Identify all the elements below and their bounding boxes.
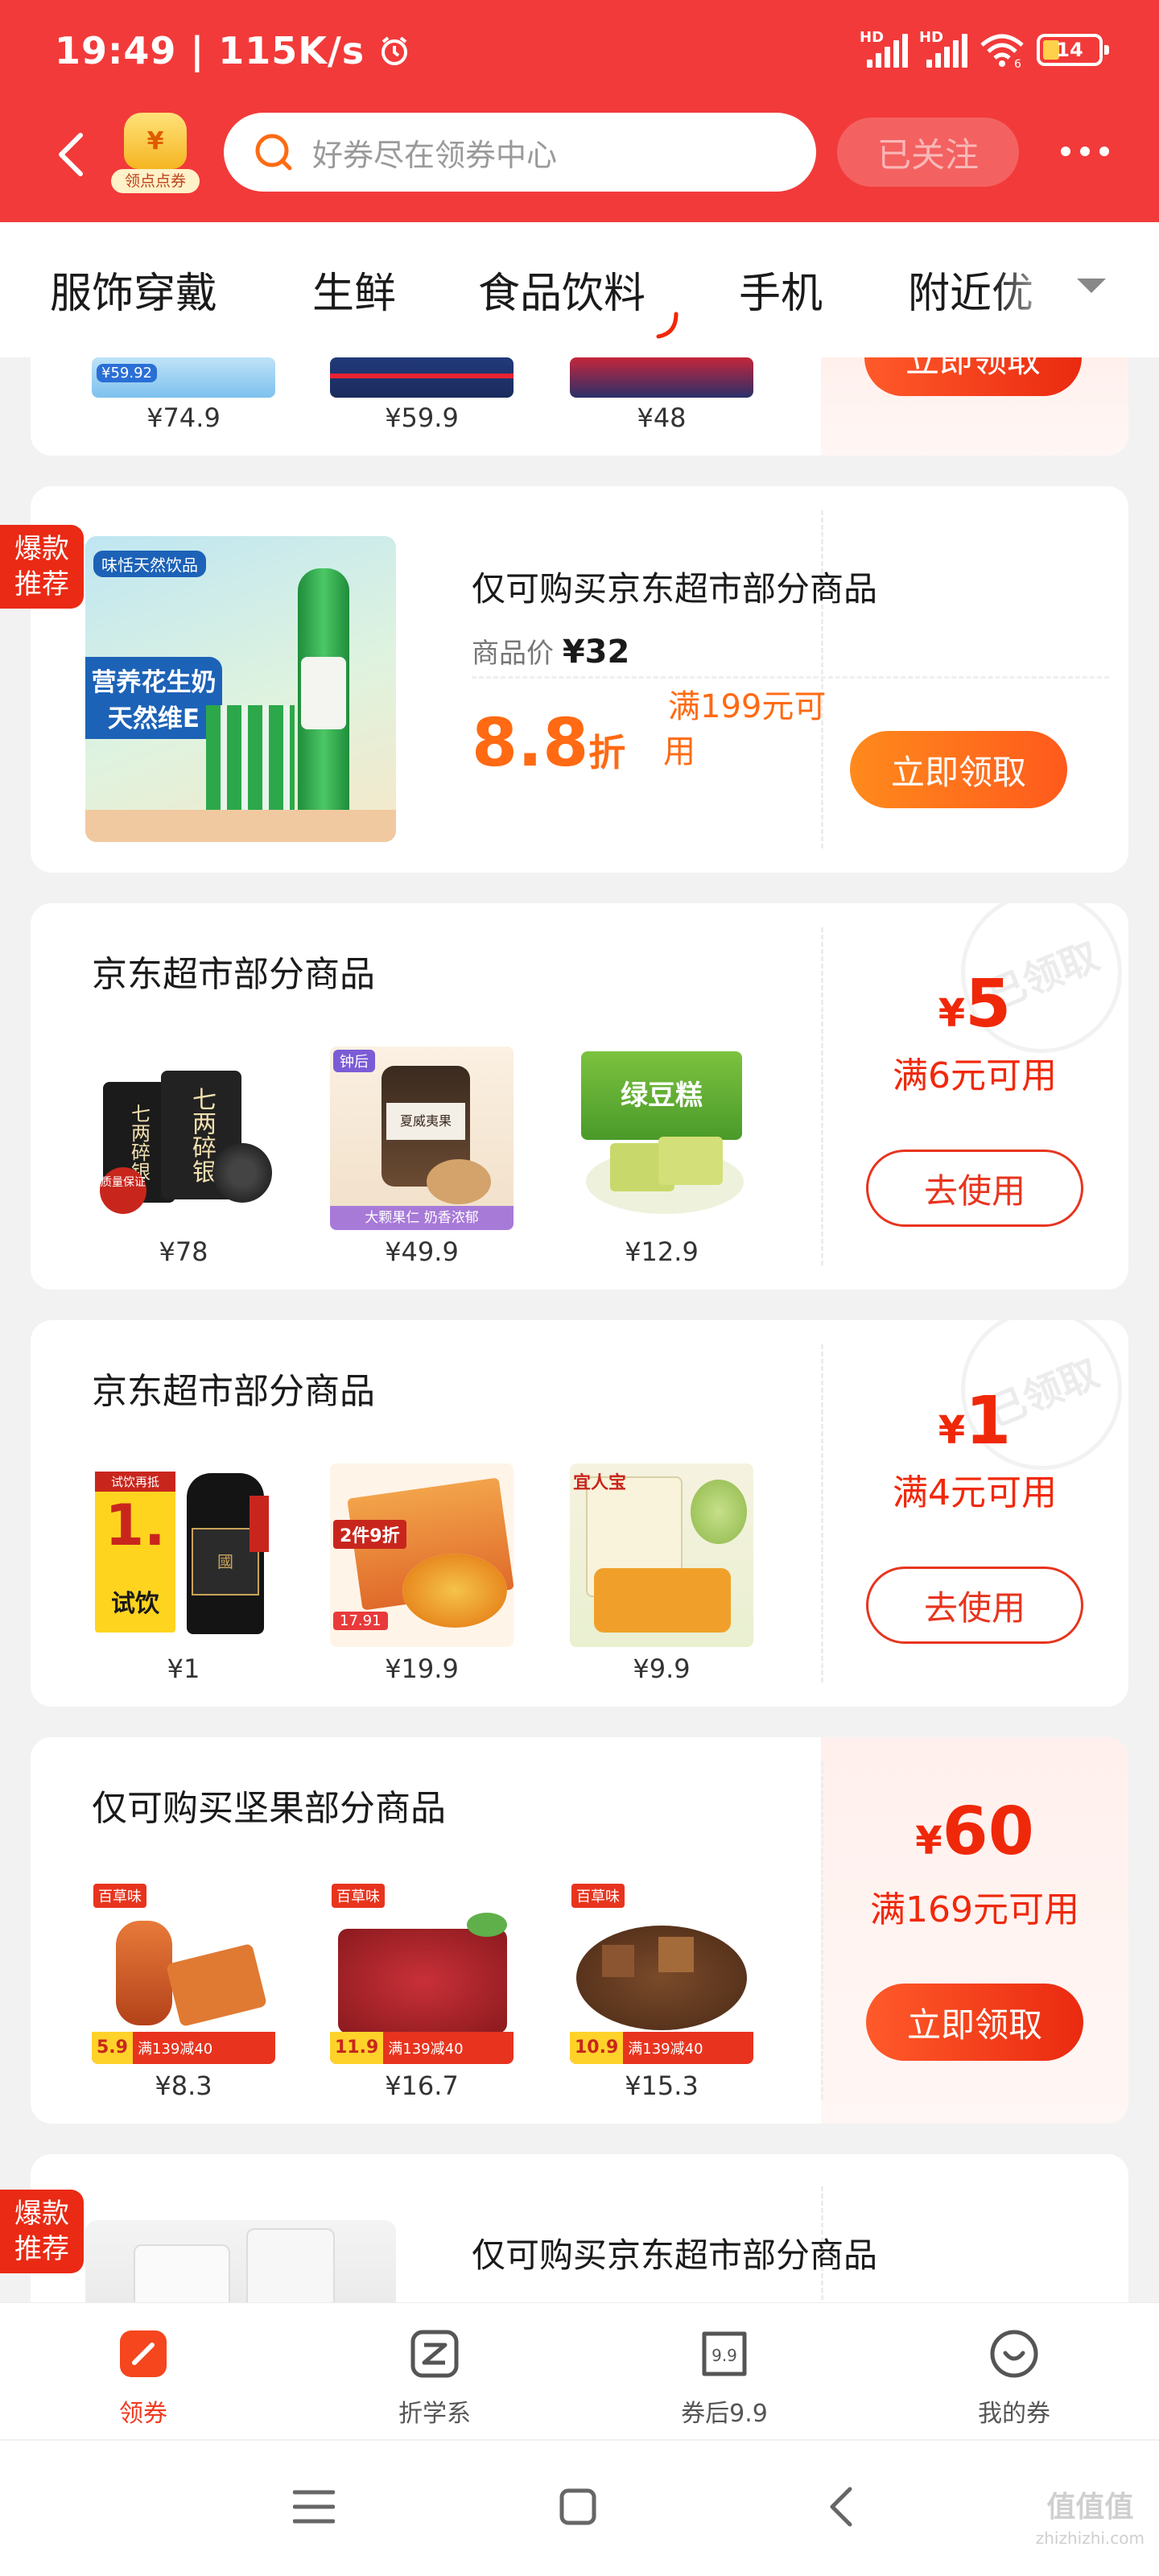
coupon-amount: ¥5 bbox=[938, 966, 1012, 1042]
home-icon[interactable] bbox=[559, 2487, 597, 2526]
coupon-condition: 满4元可用 bbox=[893, 1472, 1057, 1513]
coupon-amount: ¥1 bbox=[938, 1383, 1012, 1459]
back-icon[interactable] bbox=[53, 132, 89, 177]
discount-condition: 满199元可用 bbox=[663, 688, 827, 770]
svg-text:9.9: 9.9 bbox=[711, 2346, 737, 2365]
product-image: 宜人宝 bbox=[570, 1463, 753, 1647]
product-image: 百草味 10.9 满139减40 bbox=[570, 1880, 753, 2064]
product-image: 百草味 5.9 满139减40 bbox=[92, 1880, 275, 2064]
hot-recommend-badge: 爆款 推荐 bbox=[0, 525, 84, 609]
product-item[interactable]: ¥59.9 bbox=[330, 357, 514, 433]
svg-text:6: 6 bbox=[1014, 58, 1021, 68]
wifi-icon: 6 bbox=[980, 34, 1024, 68]
product-item[interactable]: 宜人宝 ¥9.9 bbox=[570, 1463, 753, 1684]
coupon-amount: ¥60 bbox=[915, 1794, 1034, 1870]
claim-button[interactable]: 立即领取 bbox=[866, 1984, 1083, 2061]
product-item[interactable]: 七两碎银 七两碎银 质量保证 ¥78 bbox=[92, 1046, 275, 1267]
battery-icon: 14 bbox=[1037, 34, 1109, 66]
tab-food-drink[interactable]: 食品饮料 bbox=[478, 259, 645, 320]
search-input[interactable]: 好券尽在领券中心 bbox=[224, 113, 816, 192]
coupon-value-panel: ¥1 满4元可用 去使用 bbox=[821, 1320, 1128, 1707]
product-image: 钟后 夏威夷果 大颗果仁 奶香浓郁 bbox=[330, 1046, 514, 1230]
product-image: 绿豆糕 bbox=[570, 1046, 753, 1230]
coupon-title: 仅可购买京东超市部分商品 bbox=[472, 2235, 878, 2275]
product-image bbox=[330, 357, 514, 398]
coupon-card: 仅可购买坚果部分商品 百草味 5.9 满139减40 ¥8.3 百草味 11.9 满… bbox=[31, 1737, 1128, 2124]
points-coupon-badge[interactable]: ¥ 领点点券 bbox=[111, 113, 200, 196]
coupon-card: 京东超市部分商品 七两碎银 七两碎银 质量保证 ¥78 钟后 夏威夷果 大颗果仁… bbox=[31, 903, 1128, 1290]
active-tab-indicator bbox=[656, 312, 678, 339]
points-coupon-label: 领点点券 bbox=[111, 169, 200, 193]
price-tag-icon: 9.9 bbox=[702, 2331, 747, 2376]
product-item[interactable]: 钟后 夏威夷果 大颗果仁 奶香浓郁 ¥49.9 bbox=[330, 1046, 514, 1267]
system-navigation-bar bbox=[0, 2439, 1159, 2576]
app-header: 19:49 | 115K/s HD HD 6 14 ¥ 领点点券 好券尽在领券中… bbox=[0, 0, 1159, 222]
coupon-icon bbox=[120, 2330, 167, 2377]
coupon-value-panel: ¥5 满6元可用 去使用 bbox=[821, 903, 1128, 1290]
product-image: 百草味 11.9 满139减40 bbox=[330, 1880, 514, 2064]
product-item[interactable]: 绿豆糕 ¥12.9 bbox=[570, 1046, 753, 1267]
status-bar: 19:49 | 115K/s HD HD 6 14 bbox=[0, 0, 1159, 105]
claim-button[interactable]: 立即领取 bbox=[850, 731, 1067, 808]
coin-bag-icon: ¥ bbox=[124, 113, 187, 169]
smile-icon bbox=[990, 2330, 1038, 2378]
claim-button[interactable]: 立即领取 bbox=[864, 357, 1082, 396]
product-image[interactable]: 味恬天然饮品 营养花生奶 天然维E bbox=[85, 536, 396, 842]
signal-icon-2: HD bbox=[919, 29, 967, 68]
coupon-card: 京东超市部分商品 试饮再抵 1. 试饮 國 ¥1 2件9折 17.91 ¥19.… bbox=[31, 1320, 1128, 1707]
product-image: 七两碎银 七两碎银 质量保证 bbox=[92, 1046, 275, 1230]
watermark: 值值值 zhizhizhi.com bbox=[1035, 2491, 1145, 2549]
tab-coupons[interactable]: 领券 bbox=[71, 2326, 216, 2429]
follow-button[interactable]: 已关注 bbox=[837, 118, 1019, 187]
tab-zhexue[interactable]: 折学系 bbox=[362, 2326, 507, 2429]
use-coupon-button[interactable]: 去使用 bbox=[866, 1567, 1083, 1644]
system-back-icon[interactable] bbox=[826, 2486, 855, 2528]
product-item[interactable]: 百草味 10.9 满139减40 ¥15.3 bbox=[570, 1880, 753, 2101]
hot-recommend-badge: 爆款 推荐 bbox=[0, 2190, 84, 2273]
status-time: 19:49 | 115K/s bbox=[55, 29, 410, 72]
tab-phone[interactable]: 手机 bbox=[739, 259, 823, 320]
more-icon[interactable] bbox=[1061, 147, 1109, 156]
tab-fresh[interactable]: 生鲜 bbox=[312, 259, 396, 320]
featured-coupon-card: 味恬天然饮品 营养花生奶 天然维E 仅可购买京东超市部分商品 商品价 ¥32 8.… bbox=[31, 486, 1128, 873]
product-item[interactable]: 2件9折 17.91 ¥19.9 bbox=[330, 1463, 514, 1684]
product-item[interactable]: 百草味 5.9 满139减40 ¥8.3 bbox=[92, 1880, 275, 2101]
use-coupon-button[interactable]: 去使用 bbox=[866, 1150, 1083, 1227]
product-image bbox=[570, 357, 753, 398]
coupon-value-panel: ¥60 满169元可用 立即领取 bbox=[821, 1737, 1128, 2124]
coupon-title: 京东超市部分商品 bbox=[92, 1371, 375, 1412]
bottom-tab-bar: 领券 折学系 9.9 券后9.9 我的券 bbox=[0, 2302, 1159, 2439]
category-tabs: 服饰穿戴 生鲜 食品饮料 手机 附近优 bbox=[0, 222, 1159, 357]
menu-icon[interactable] bbox=[293, 2487, 335, 2526]
product-price: 商品价 ¥32 bbox=[472, 634, 630, 671]
product-item[interactable]: ¥59.92 ¥74.9 bbox=[92, 357, 275, 433]
coupon-condition: 满6元可用 bbox=[893, 1055, 1057, 1096]
product-image: 试饮再抵 1. 试饮 國 bbox=[92, 1463, 275, 1647]
tab-after-coupon-99[interactable]: 9.9 券后9.9 bbox=[652, 2326, 797, 2429]
coupon-title: 京东超市部分商品 bbox=[92, 954, 375, 995]
product-item[interactable]: 试饮再抵 1. 试饮 國 ¥1 bbox=[92, 1463, 275, 1684]
tab-clothing[interactable]: 服饰穿戴 bbox=[50, 259, 217, 320]
product-item[interactable]: 百草味 11.9 满139减40 ¥16.7 bbox=[330, 1880, 514, 2101]
alarm-icon bbox=[382, 36, 408, 65]
product-image: 2件9折 17.91 bbox=[330, 1463, 514, 1647]
coupon-condition: 满169元可用 bbox=[870, 1889, 1079, 1930]
zhe-icon bbox=[410, 2330, 459, 2378]
status-icons: HD HD 6 14 bbox=[860, 29, 1109, 68]
discount-value: 8.8折 bbox=[472, 705, 626, 782]
coupon-card-partial: ¥59.92 ¥74.9 ¥59.9 ¥48 立即领取 bbox=[31, 357, 1128, 456]
expand-categories-icon[interactable] bbox=[1074, 275, 1109, 298]
coupon-title: 仅可购买坚果部分商品 bbox=[92, 1788, 446, 1829]
product-item[interactable]: ¥48 bbox=[570, 357, 753, 433]
product-image: ¥59.92 bbox=[92, 357, 275, 398]
signal-icon: HD bbox=[860, 29, 908, 68]
search-placeholder: 好券尽在领券中心 bbox=[312, 137, 558, 173]
coupon-title: 仅可购买京东超市部分商品 bbox=[472, 569, 878, 609]
search-icon bbox=[255, 134, 292, 171]
tab-my-coupons[interactable]: 我的券 bbox=[942, 2326, 1087, 2429]
